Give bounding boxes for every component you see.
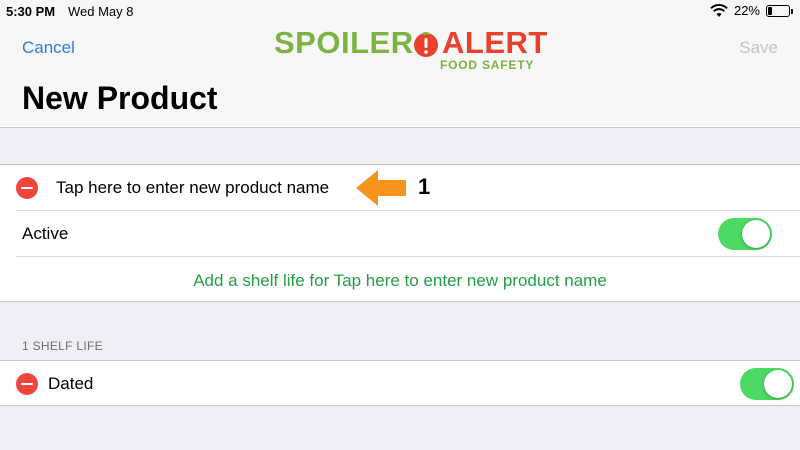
status-bar: 5:30 PM Wed May 8 22% — [0, 0, 800, 22]
logo-word-spoiler: SPOILER — [274, 25, 414, 60]
active-toggle-knob — [742, 220, 770, 248]
delete-product-button[interactable] — [16, 177, 38, 199]
navigation-header: 5:30 PM Wed May 8 22% Cancel SPOILER ALE… — [0, 0, 800, 128]
active-row: Active — [0, 211, 800, 257]
shelf-life-label: Dated — [48, 374, 94, 393]
spoiler-alert-logo: SPOILER ALERT FOOD SAFETY — [274, 25, 550, 73]
delete-shelf-life-button[interactable] — [16, 373, 38, 395]
dated-toggle[interactable] — [740, 368, 794, 400]
dated-toggle-knob — [764, 370, 792, 398]
shelf-life-section-header: 1 SHELF LIFE — [22, 339, 103, 353]
orange-arrow-icon — [356, 170, 406, 206]
battery-percent: 22% — [733, 3, 760, 18]
callout-number: 1 — [418, 174, 431, 199]
active-label: Active — [22, 224, 69, 243]
shelf-life-group: Dated — [0, 360, 800, 406]
tomato-icon — [414, 32, 438, 57]
add-shelf-life-link[interactable]: Add a shelf life for Tap here to enter n… — [0, 271, 800, 291]
status-right: 22% — [710, 3, 793, 18]
status-date: Wed May 8 — [68, 4, 134, 19]
battery-icon — [766, 4, 793, 17]
page-title: New Product — [22, 80, 218, 116]
status-time: 5:30 PM — [6, 4, 56, 19]
save-button[interactable]: Save — [739, 38, 778, 58]
logo-word-alert: ALERT — [442, 25, 548, 60]
battery-fill — [768, 6, 773, 15]
product-name-field[interactable]: Tap here to enter new product name — [56, 178, 329, 198]
active-toggle[interactable] — [718, 218, 772, 250]
logo-tagline: FOOD SAFETY — [440, 58, 535, 72]
cancel-button[interactable]: Cancel — [22, 38, 75, 58]
wifi-icon — [710, 3, 728, 17]
add-shelf-life-row[interactable]: Add a shelf life for Tap here to enter n… — [0, 257, 800, 303]
shelf-life-row[interactable]: Dated — [0, 361, 800, 407]
